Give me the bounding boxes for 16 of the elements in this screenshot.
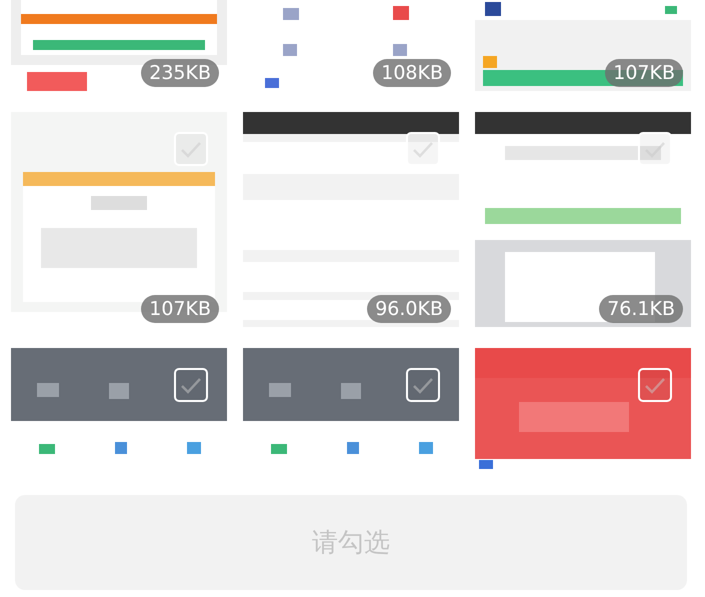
file-size-badge: 76.1KB (599, 295, 683, 323)
checkbox[interactable] (638, 368, 672, 402)
check-icon (644, 376, 666, 394)
check-icon (180, 376, 202, 394)
check-icon (644, 140, 666, 158)
checkbox[interactable] (174, 368, 208, 402)
file-size-badge: 107KB (605, 59, 683, 87)
checkbox[interactable] (174, 132, 208, 166)
file-size-badge: 235KB (141, 59, 219, 87)
file-size-badge: 107KB (141, 295, 219, 323)
file-size-badge: 108KB (373, 59, 451, 87)
check-icon (412, 376, 434, 394)
checkbox[interactable] (638, 132, 672, 166)
checkbox[interactable] (406, 132, 440, 166)
checkbox[interactable] (406, 368, 440, 402)
file-size-badge: 96.0KB (367, 295, 451, 323)
